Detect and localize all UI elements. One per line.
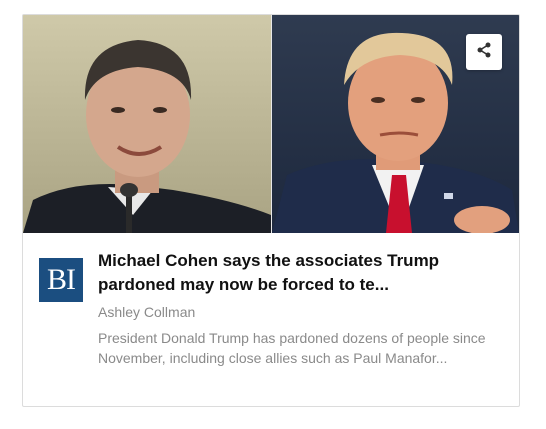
photo-michael-cohen [23, 15, 271, 233]
publisher-logo[interactable]: BI [39, 258, 83, 302]
article-headline[interactable]: Michael Cohen says the associates Trump … [98, 249, 498, 297]
article-summary: President Donald Trump has pardoned doze… [98, 330, 486, 366]
share-icon [476, 42, 492, 63]
hero-image[interactable] [23, 15, 519, 233]
news-card[interactable]: BI Michael Cohen says the associates Tru… [22, 14, 520, 407]
article-author: Ashley Collman [98, 304, 196, 320]
share-button[interactable] [466, 34, 502, 70]
